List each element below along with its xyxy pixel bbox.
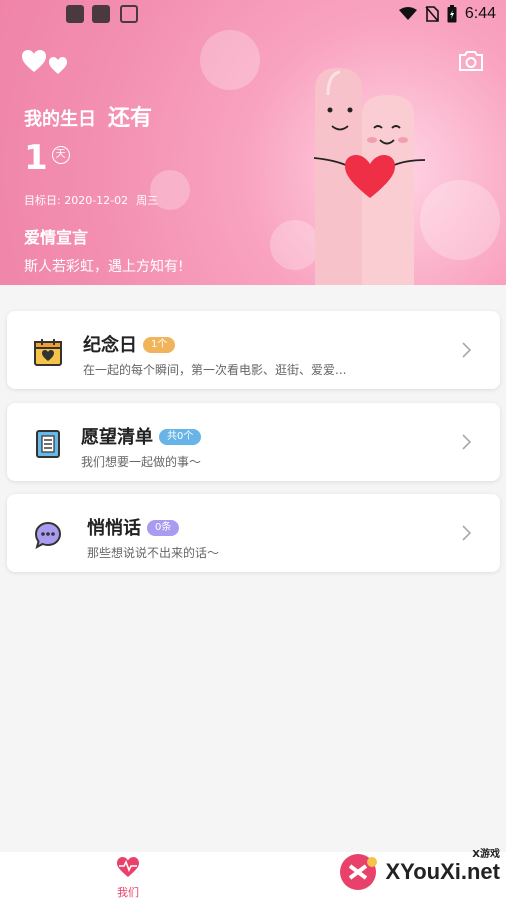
card-description: 在一起的每个瞬间，第一次看电影、逛街、爱爱...	[83, 363, 347, 377]
card-title: 纪念日 1个	[83, 331, 176, 357]
chevron-right-icon	[462, 525, 472, 541]
image-notification-icon	[120, 5, 138, 23]
nav-label-us: 我们	[117, 886, 139, 899]
whisper-card[interactable]: 悄悄话 0条 那些想说说不出来的话～	[7, 494, 500, 572]
chevron-right-icon	[462, 342, 472, 358]
count-badge: 0条	[147, 520, 180, 536]
days-count: 1 天	[24, 140, 70, 176]
days-number: 1	[24, 138, 48, 178]
remaining-label: 还有	[108, 106, 153, 131]
birthday-countdown-label: 我的生日 还有	[24, 100, 152, 132]
app-notification-icon	[92, 5, 110, 23]
card-title: 悄悄话 0条	[87, 514, 180, 540]
notebook-icon	[36, 430, 60, 458]
target-date: 目标日: 2020-12-02 周三	[24, 192, 158, 208]
target-date-text: 目标日: 2020-12-02	[24, 194, 129, 207]
whisper-title: 悄悄话	[87, 518, 141, 539]
wishlist-card[interactable]: 愿望清单 共0个 我们想要一起做的事～	[7, 403, 500, 481]
card-description: 我们想要一起做的事～	[81, 455, 202, 469]
bokeh-decoration	[200, 30, 260, 90]
anniversary-title: 纪念日	[83, 335, 137, 356]
battery-icon	[447, 5, 457, 23]
chat-bubble-icon	[34, 521, 62, 550]
birthday-label: 我的生日	[24, 109, 96, 130]
wishlist-title: 愿望清单	[81, 427, 153, 448]
no-sim-icon	[425, 6, 439, 22]
declaration-title: 爱情宣言	[24, 228, 89, 247]
chevron-right-icon	[462, 434, 472, 450]
gamepad-logo-icon	[339, 854, 377, 890]
anniversary-card[interactable]: 纪念日 1个 在一起的每个瞬间，第一次看电影、逛街、爱爱...	[7, 311, 500, 389]
header-banner: 6:44 我的生日 还有 1 天 目标日: 2020-12-02 周三 爱情宣言…	[0, 0, 506, 285]
calendar-heart-icon	[34, 339, 62, 366]
watermark-text: XYouXi.net	[385, 859, 501, 884]
card-description: 那些想说说不出来的话～	[87, 546, 220, 560]
count-badge: 共0个	[159, 429, 202, 445]
status-bar: 6:44	[0, 0, 506, 28]
finger-couple-illustration	[313, 68, 426, 285]
target-weekday: 周三	[136, 194, 159, 207]
declaration-text[interactable]: 斯人若彩虹，遇上方知有!	[24, 256, 184, 276]
nav-item-us[interactable]: 我们	[108, 856, 148, 900]
app-notification-icon	[66, 5, 84, 23]
card-title: 愿望清单 共0个	[81, 423, 202, 449]
status-time: 6:44	[464, 5, 496, 22]
watermark-logo: XYouXi.net	[338, 852, 501, 892]
count-badge: 1个	[143, 337, 176, 353]
wifi-icon	[398, 7, 417, 20]
hearts-icon[interactable]	[22, 50, 70, 80]
days-unit-badge: 天	[51, 146, 70, 164]
heart-pulse-icon	[117, 857, 139, 877]
